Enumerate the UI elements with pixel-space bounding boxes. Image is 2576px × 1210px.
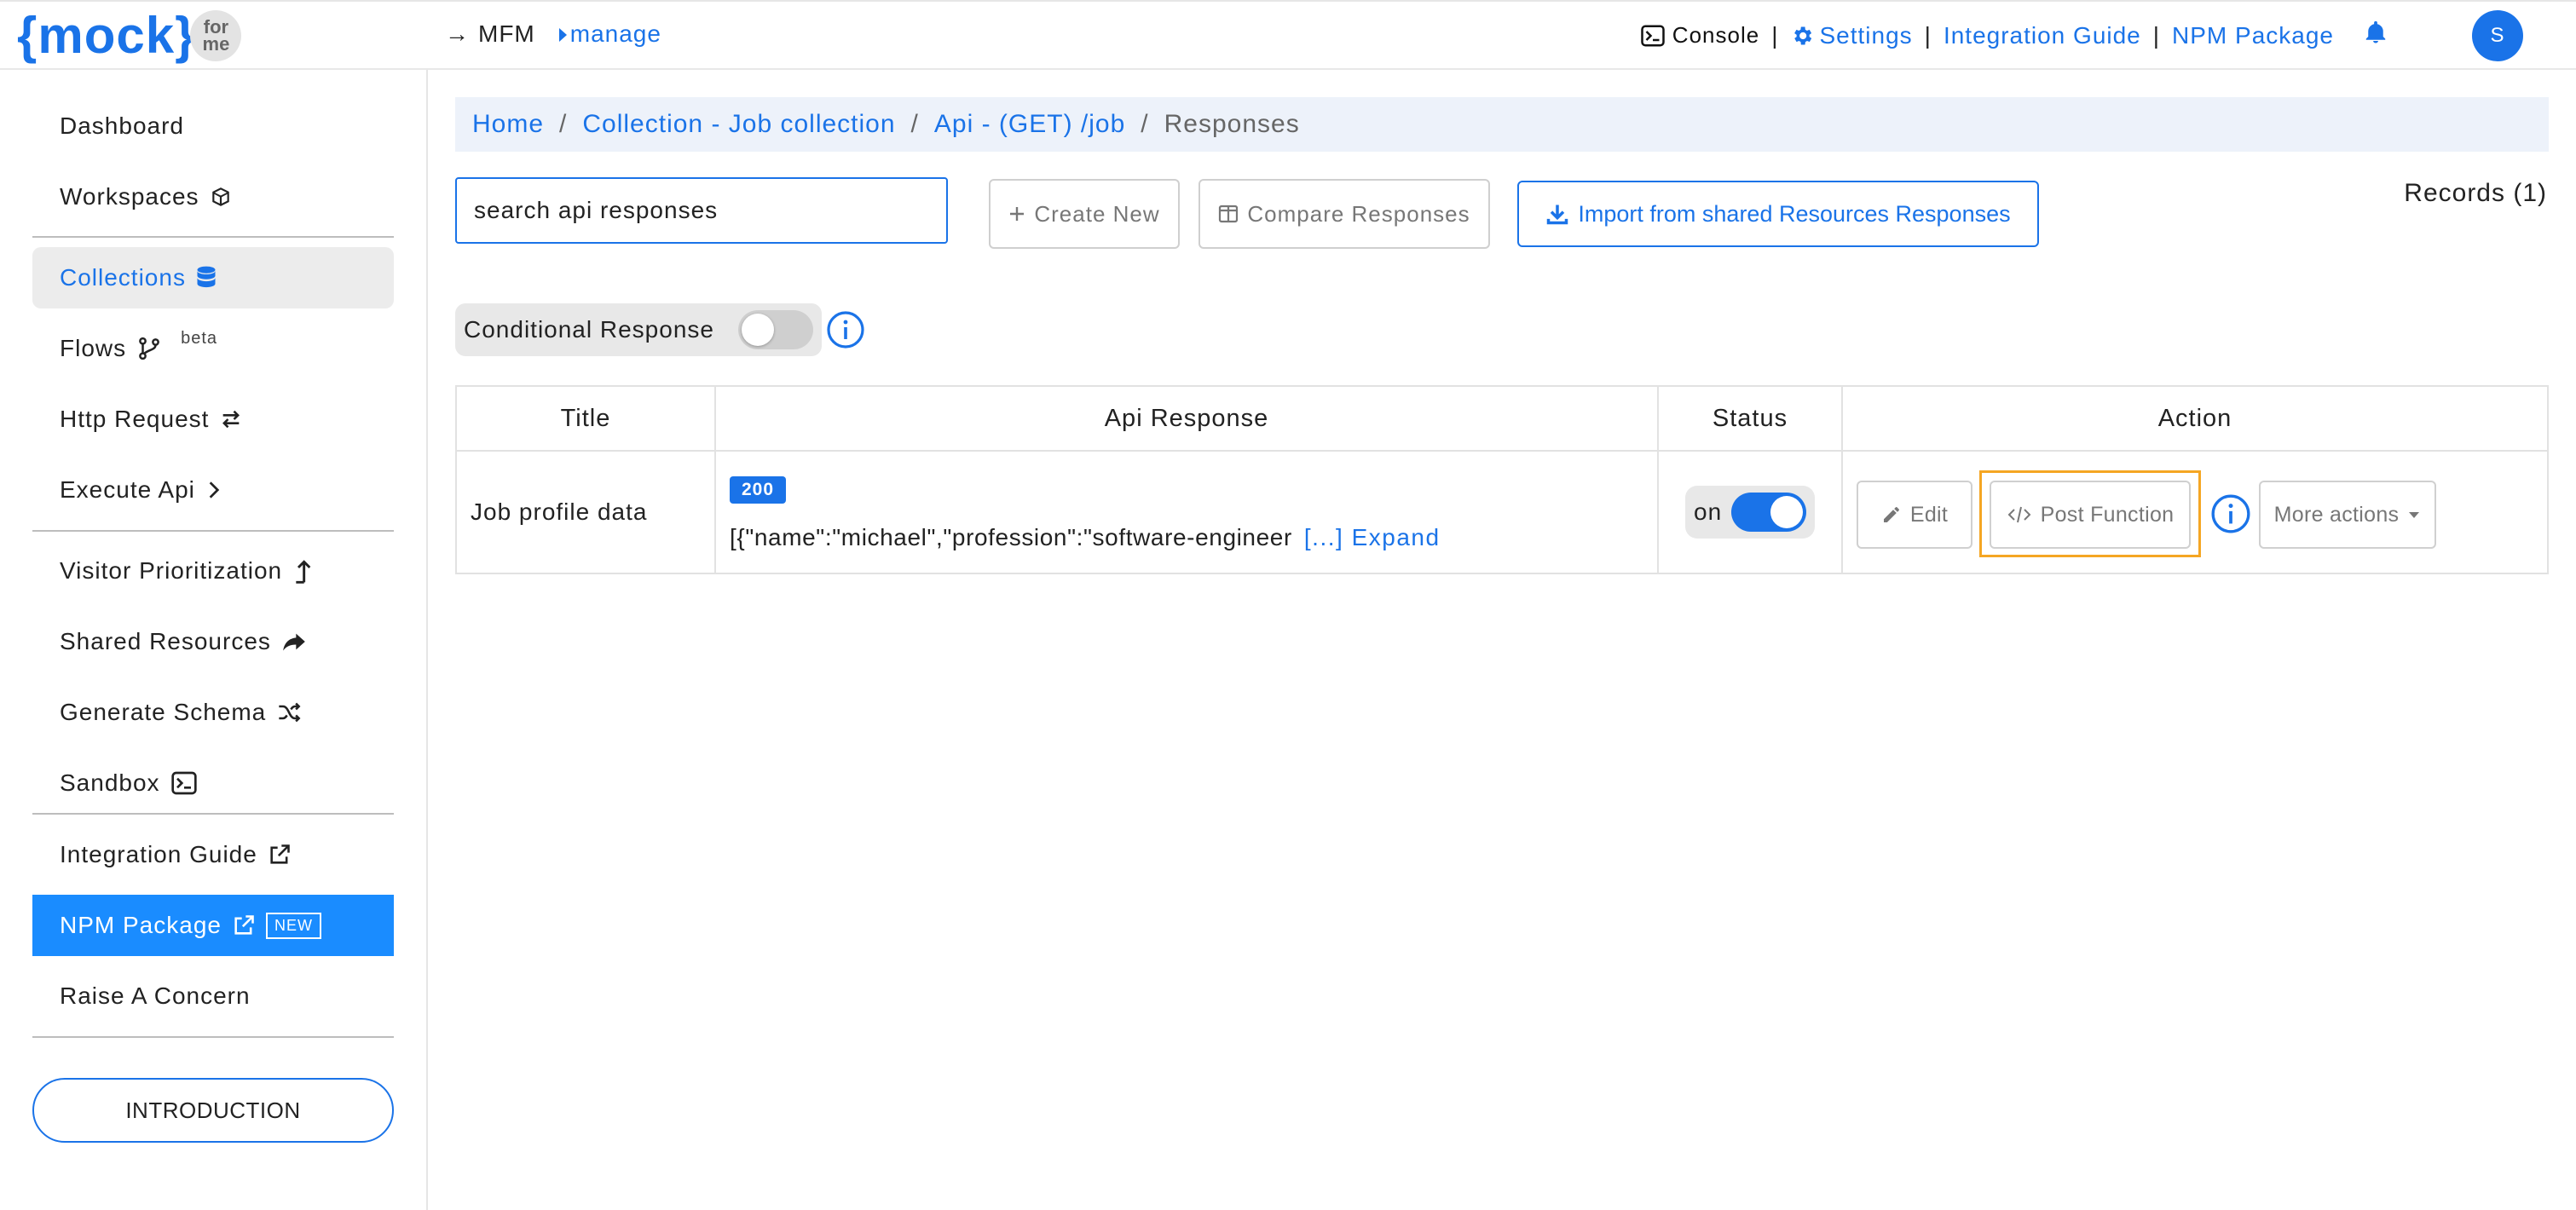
table-header-row: Title Api Response Status Action	[455, 385, 2549, 452]
sidebar-item-workspaces[interactable]: Workspaces	[32, 166, 394, 228]
sidebar-item-integration-guide[interactable]: Integration Guide	[32, 824, 394, 885]
git-branch-icon	[139, 337, 159, 360]
plus-icon	[1010, 207, 1025, 221]
conditional-response-control: Conditional Response	[455, 303, 822, 356]
sidebar-divider	[32, 236, 394, 238]
conditional-response-label: Conditional Response	[464, 316, 714, 343]
breadcrumb: Home / Collection - Job collection / Api…	[455, 97, 2549, 152]
integration-guide-link[interactable]: Integration Guide	[1944, 22, 2141, 49]
status-label: on	[1694, 498, 1723, 525]
breadcrumb-separator: /	[910, 110, 919, 138]
workspace-name[interactable]: MFM	[478, 20, 535, 48]
sidebar-item-shared-resources[interactable]: Shared Resources	[32, 611, 394, 672]
expand-link[interactable]: [...] Expand	[1304, 524, 1441, 550]
exchange-arrows-icon	[222, 410, 240, 429]
database-icon	[197, 266, 216, 288]
settings-link[interactable]: Settings	[1790, 22, 1912, 49]
sidebar-item-visitor-prioritization[interactable]: Visitor Prioritization	[32, 540, 394, 602]
turn-up-arrow-icon	[296, 560, 311, 584]
download-icon	[1547, 205, 1568, 225]
manage-link[interactable]: manage	[558, 20, 661, 48]
breadcrumb-collection[interactable]: Collection - Job collection	[582, 110, 895, 139]
sidebar-item-execute-api[interactable]: Execute Api	[32, 459, 394, 521]
more-actions-dropdown[interactable]: More actions	[2259, 481, 2436, 549]
conditional-response-toggle[interactable]	[738, 310, 813, 349]
records-count: Records (1)	[2404, 179, 2547, 207]
external-link-icon	[234, 915, 254, 935]
workspace-breadcrumb: → MFM manage	[445, 20, 661, 48]
logo-text: {mock}	[17, 7, 196, 64]
terminal-icon	[170, 771, 197, 795]
status-cell: on	[1657, 450, 1843, 574]
terminal-icon	[1641, 25, 1665, 46]
action-cell: Edit Post Function More actions	[1841, 450, 2549, 574]
breadcrumb-separator: /	[559, 110, 568, 138]
beta-badge: beta	[181, 328, 218, 348]
response-title: Job profile data	[455, 450, 716, 574]
shuffle-icon	[279, 702, 301, 723]
sidebar: Dashboard Workspaces Collections Flows b…	[0, 70, 428, 1210]
cube-icon	[211, 187, 229, 206]
column-header-status: Status	[1657, 385, 1843, 452]
console-link[interactable]: Console	[1640, 22, 1759, 49]
edit-button[interactable]: Edit	[1857, 481, 1972, 549]
breadcrumb-home[interactable]: Home	[472, 110, 544, 139]
npm-package-link[interactable]: NPM Package	[2172, 22, 2334, 49]
nav-separator: |	[2152, 21, 2161, 49]
nav-separator: |	[1924, 21, 1932, 49]
columns-icon	[1219, 205, 1239, 223]
top-bar: {mock} for me → MFM manage Console | Set…	[0, 0, 2576, 70]
gear-icon	[1794, 26, 1812, 44]
logo-badge: for me	[190, 10, 242, 61]
introduction-button[interactable]: INTRODUCTION	[32, 1078, 394, 1143]
new-badge: NEW	[265, 912, 321, 939]
sidebar-item-flows[interactable]: Flows beta	[32, 318, 394, 379]
sidebar-item-npm-package[interactable]: NPM Package NEW	[32, 895, 394, 956]
sidebar-item-sandbox[interactable]: Sandbox	[32, 752, 394, 814]
responses-table: Title Api Response Status Action Job pro…	[455, 385, 2549, 574]
status-code-badge: 200	[730, 475, 787, 504]
search-input[interactable]: search api responses	[455, 177, 948, 244]
sidebar-divider	[32, 1036, 394, 1038]
table-row: Job profile data 200 [{"name":"michael",…	[455, 450, 2549, 574]
response-preview-cell: 200 [{"name":"michael","profession":"sof…	[714, 450, 1659, 574]
breadcrumb-separator: /	[1141, 110, 1149, 138]
top-nav: Console | Settings | Integration Guide |…	[1640, 19, 2388, 52]
caret-down-icon	[2409, 512, 2420, 518]
response-preview: [{"name":"michael","profession":"softwar…	[730, 523, 1441, 550]
bell-icon[interactable]	[2363, 19, 2388, 52]
info-icon[interactable]	[825, 309, 866, 350]
create-new-button[interactable]: Create New	[989, 179, 1180, 249]
pencil-icon	[1883, 507, 1899, 522]
sidebar-item-dashboard[interactable]: Dashboard	[32, 95, 394, 157]
sidebar-item-raise-a-concern[interactable]: Raise A Concern	[32, 965, 394, 1027]
import-shared-resources-button[interactable]: Import from shared Resources Responses	[1517, 181, 2039, 247]
column-header-title: Title	[455, 385, 716, 452]
mockforme-logo[interactable]: {mock} for me	[17, 7, 242, 64]
sidebar-item-generate-schema[interactable]: Generate Schema	[32, 682, 394, 743]
share-arrow-icon	[283, 633, 305, 651]
post-function-highlight	[1979, 470, 2201, 557]
sidebar-item-http-request[interactable]: Http Request	[32, 389, 394, 450]
status-control: on	[1685, 486, 1815, 539]
breadcrumb-api[interactable]: Api - (GET) /job	[934, 110, 1125, 139]
sidebar-divider	[32, 530, 394, 532]
external-link-icon	[270, 844, 290, 864]
breadcrumb-current: Responses	[1164, 110, 1300, 138]
user-avatar[interactable]: S	[2472, 10, 2523, 61]
info-icon[interactable]	[2209, 493, 2252, 535]
arrow-right-icon: →	[445, 20, 470, 47]
nav-separator: |	[1771, 21, 1779, 49]
column-header-action: Action	[1841, 385, 2549, 452]
sidebar-item-collections[interactable]: Collections	[32, 247, 394, 308]
chevron-right-icon	[209, 481, 220, 498]
status-toggle[interactable]	[1731, 493, 1806, 532]
column-header-api-response: Api Response	[714, 385, 1659, 452]
sidebar-divider	[32, 813, 394, 815]
caret-right-icon	[558, 28, 567, 42]
compare-responses-button[interactable]: Compare Responses	[1198, 179, 1490, 249]
